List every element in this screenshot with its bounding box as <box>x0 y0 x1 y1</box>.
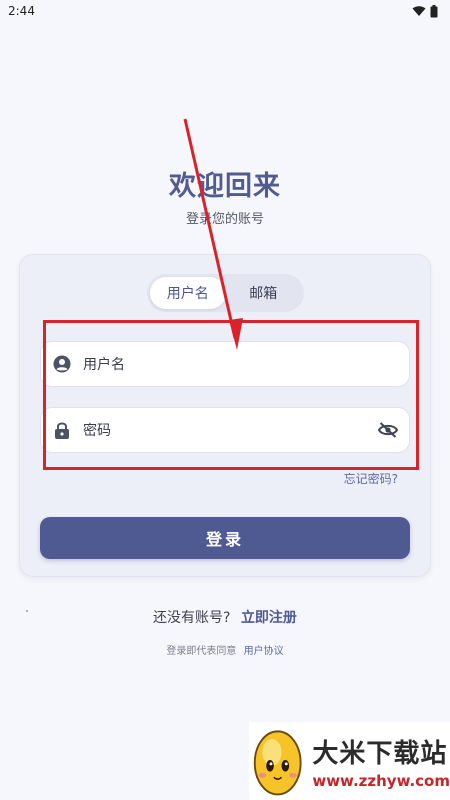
register-prompt: 还没有账号? 立即注册 <box>0 607 450 627</box>
tab-email[interactable]: 邮箱 <box>226 277 302 309</box>
wifi-icon <box>412 6 426 16</box>
no-account-text: 还没有账号? <box>153 610 231 626</box>
login-button[interactable]: 登录 <box>40 517 410 559</box>
status-time: 2:44 <box>8 4 35 18</box>
page-subtitle: 登录您的账号 <box>185 212 264 227</box>
page-title: 欢迎回来 <box>169 171 281 202</box>
egg-mascot-logo <box>253 730 302 796</box>
status-icons <box>412 4 438 18</box>
agreement-notice: 登录即代表同意 用户协议 <box>0 642 450 657</box>
status-bar: 2:44 <box>0 0 450 22</box>
watermark-text: 大米下载站 www.zzhyw.com <box>312 733 450 790</box>
register-link[interactable]: 立即注册 <box>241 610 297 626</box>
watermark-url: www.zzhyw.com <box>312 771 450 790</box>
battery-icon <box>430 4 438 17</box>
user-agreement-link[interactable]: 用户协议 <box>244 646 284 657</box>
stray-dot <box>26 610 28 612</box>
annotation-highlight-box <box>43 320 419 470</box>
login-method-tabs: 用户名 邮箱 <box>147 274 304 312</box>
tab-username[interactable]: 用户名 <box>150 277 226 309</box>
agree-text: 登录即代表同意 <box>166 646 237 657</box>
forgot-password-link[interactable]: 忘记密码? <box>344 470 398 487</box>
watermark: 大米下载站 www.zzhyw.com <box>249 722 450 800</box>
watermark-site-name: 大米下载站 <box>312 738 448 769</box>
